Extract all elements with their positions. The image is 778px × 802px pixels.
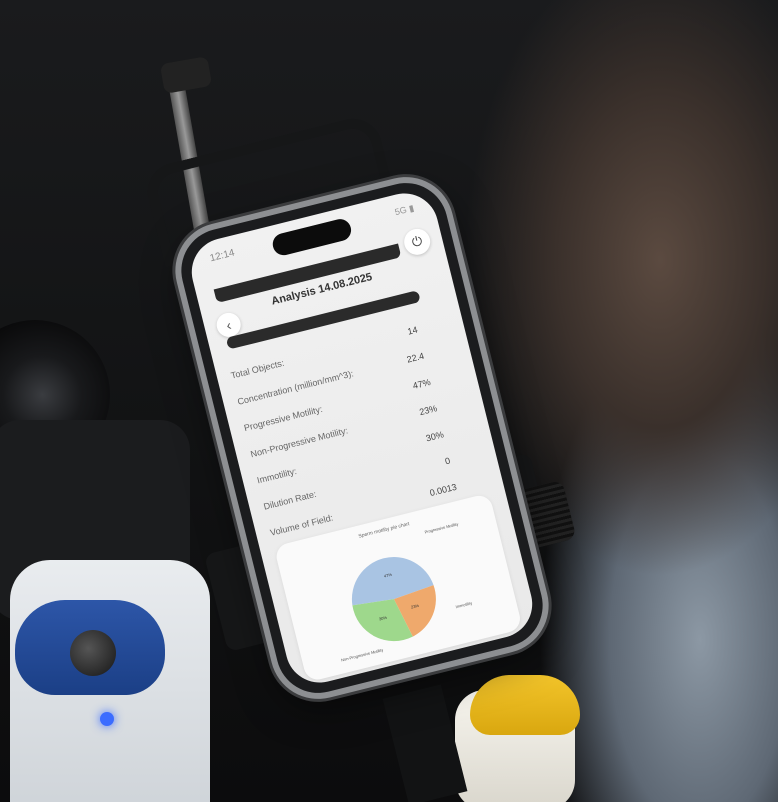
pie-legend-label-1: Non-Progressive Motility: [341, 647, 384, 662]
metric-value: 23%: [418, 402, 439, 417]
metric-value: 0: [443, 455, 452, 466]
power-icon: ⏻: [410, 232, 424, 250]
pipette-plunger: [470, 675, 580, 735]
pie-legend-label-0: Progressive Motility: [424, 521, 459, 534]
holder-bottom-mount: [382, 684, 468, 802]
power-button[interactable]: ⏻: [401, 226, 433, 258]
metric-value: 47%: [411, 376, 432, 391]
dynamic-island: [270, 216, 354, 258]
status-time: 12:14: [208, 247, 236, 265]
metric-value: 22.4: [405, 350, 425, 365]
holder-screw-cap: [159, 56, 213, 94]
photo-scene: 12:14 5G ▮ ⏻ ‹ Analysis 14.08.2025 Total…: [0, 0, 778, 802]
microscope-led: [100, 712, 114, 726]
metric-value: 0.0013: [428, 481, 458, 498]
metric-label: Immotility:: [255, 465, 298, 485]
metric-value: 14: [406, 324, 419, 337]
pie-legend-label-2: Immotility: [455, 600, 473, 609]
metric-value: 30%: [424, 428, 445, 443]
chevron-left-icon: ‹: [224, 316, 233, 334]
microscope-knob: [70, 630, 116, 676]
status-icons: 5G ▮: [393, 202, 416, 218]
